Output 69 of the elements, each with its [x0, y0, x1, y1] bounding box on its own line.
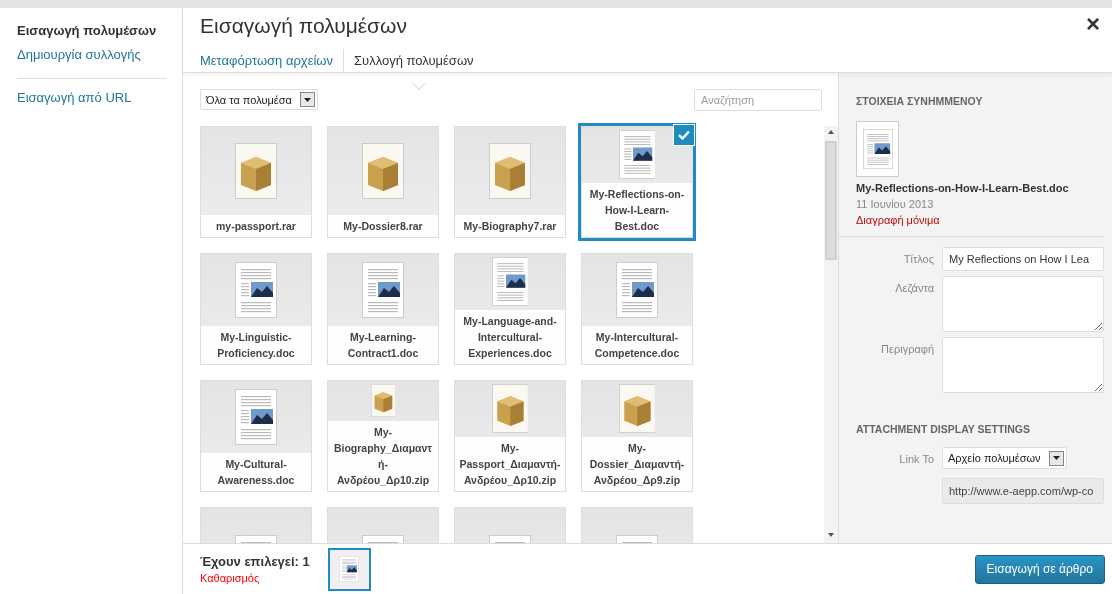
- close-button[interactable]: ×: [1080, 10, 1106, 38]
- document-icon: [618, 130, 656, 179]
- check-icon: [678, 130, 690, 140]
- selected-thumbnail[interactable]: [327, 547, 371, 591]
- media-tile[interactable]: My-Linguistic-Proficiency.doc: [197, 250, 315, 368]
- text-area[interactable]: [942, 337, 1104, 393]
- section-heading: ΣΤΟΙΧΕΙΑ ΣΥΝΗΜΜΕΝΟΥ: [856, 95, 984, 107]
- field-label: Λεζάντα: [894, 281, 934, 294]
- document-icon: [235, 261, 277, 318]
- title-field[interactable]: My Reflections on How I Lea: [942, 247, 1104, 271]
- box-file-icon: [489, 142, 531, 199]
- sidebar-item[interactable]: Εισαγωγή από URL: [17, 89, 166, 107]
- field-label: Περιγραφή: [880, 342, 934, 355]
- delete-link[interactable]: Διαγραφή μόνιμα: [856, 214, 1104, 226]
- file-name: My-Intercultural-Competence.doc: [582, 326, 692, 364]
- document-icon: [362, 261, 404, 318]
- sidebar-item[interactable]: Δημιουργία συλλογής: [17, 46, 166, 64]
- media-tile[interactable]: My-Reflections-on-How-I-Learn-Best.doc: [578, 123, 696, 241]
- clear-link[interactable]: Καθαρισμός: [200, 572, 310, 584]
- media-tile[interactable]: My-Passport_Διαμαντή-Ανδρέου_Δρ10.zip: [451, 377, 569, 495]
- media-tile[interactable]: My-Cultural-Awareness.doc: [197, 377, 315, 495]
- selection-count: Έχουν επιλεγεί: 1: [200, 554, 310, 569]
- box-file-icon: [618, 384, 656, 433]
- file-name: My-Biography_Διαμαντή-Ανδρέου_Δρ10.zip: [328, 421, 438, 491]
- upload-date: 11 Ιουνίου 2013: [856, 198, 935, 210]
- media-tile[interactable]: My-Biography7.rar: [451, 123, 569, 241]
- file-name: My-Language-and-Intercultural-Experiences.doc: [455, 310, 565, 364]
- file-name: My-Passport_Διαμαντή-Ανδρέου_Δρ10.zip: [455, 437, 565, 491]
- text-area[interactable]: [942, 276, 1104, 332]
- document-icon: [235, 388, 277, 445]
- file-name: My-Learning-Contract1.doc: [328, 326, 438, 364]
- attachment-filename: My-Reflections-on-How-I-Learn-Best.doc: [856, 182, 1070, 194]
- tab[interactable]: Μεταφόρτωση αρχείων: [200, 49, 343, 73]
- document-icon: [862, 129, 893, 169]
- media-tile[interactable]: My-Language-and-Intercultural-Experiences.doc: [451, 250, 569, 368]
- media-tile[interactable]: my-passport.rar: [197, 123, 315, 241]
- caret-icon: [303, 97, 311, 102]
- section-heading: ATTACHMENT DISPLAY SETTINGS: [856, 423, 1032, 435]
- modal-title: Εισαγωγή πολυμέσων: [200, 13, 407, 39]
- box-file-icon: [491, 384, 529, 433]
- link-dropdown[interactable]: Αρχείο πολυμέσων: [942, 447, 1067, 469]
- caret-icon: [1052, 456, 1060, 460]
- media-tile[interactable]: My-Biography_Διαμαντή-Ανδρέου_Δρ10.zip: [324, 377, 442, 495]
- file-name: My-Dossier_Διαμαντή-Ανδρέου_Δρ9.zip: [582, 437, 692, 491]
- file-name: my-passport.rar: [201, 215, 311, 237]
- sidebar-item[interactable]: Εισαγωγή πολυμέσων: [17, 22, 166, 40]
- media-tile[interactable]: My-Dossier8.rar: [324, 123, 442, 241]
- tab[interactable]: Συλλογή πολυμέσων: [343, 49, 484, 73]
- field-label: Link To: [898, 452, 934, 465]
- file-name: My-Reflections-on-How-I-Learn-Best.doc: [582, 183, 692, 237]
- box-file-icon: [370, 384, 396, 417]
- filter-dropdown[interactable]: Όλα τα πολυμέσα: [200, 89, 318, 110]
- document-icon: [339, 556, 360, 582]
- search-field[interactable]: Αναζήτηση: [694, 88, 822, 111]
- box-file-icon: [235, 142, 277, 199]
- url-field[interactable]: http://www.e-aepp.com/wp-co: [942, 478, 1104, 504]
- box-file-icon: [362, 142, 404, 199]
- file-name: My-Cultural-Awareness.doc: [201, 453, 311, 491]
- field-label: Τίτλος: [902, 252, 934, 265]
- document-icon: [616, 261, 658, 318]
- scrollbar-drawing[interactable]: [824, 126, 838, 543]
- file-name: My-Dossier8.rar: [328, 215, 438, 237]
- media-tile[interactable]: My-Learning-Contract1.doc: [324, 250, 442, 368]
- media-tile[interactable]: My-Dossier_Διαμαντή-Ανδρέου_Δρ9.zip: [578, 377, 696, 495]
- file-name: My-Biography7.rar: [455, 215, 565, 237]
- insert-button[interactable]: Εισαγωγή σε άρθρο: [974, 554, 1105, 584]
- document-icon: [491, 257, 529, 306]
- file-name: My-Linguistic-Proficiency.doc: [201, 326, 311, 364]
- media-tile[interactable]: My-Intercultural-Competence.doc: [578, 250, 696, 368]
